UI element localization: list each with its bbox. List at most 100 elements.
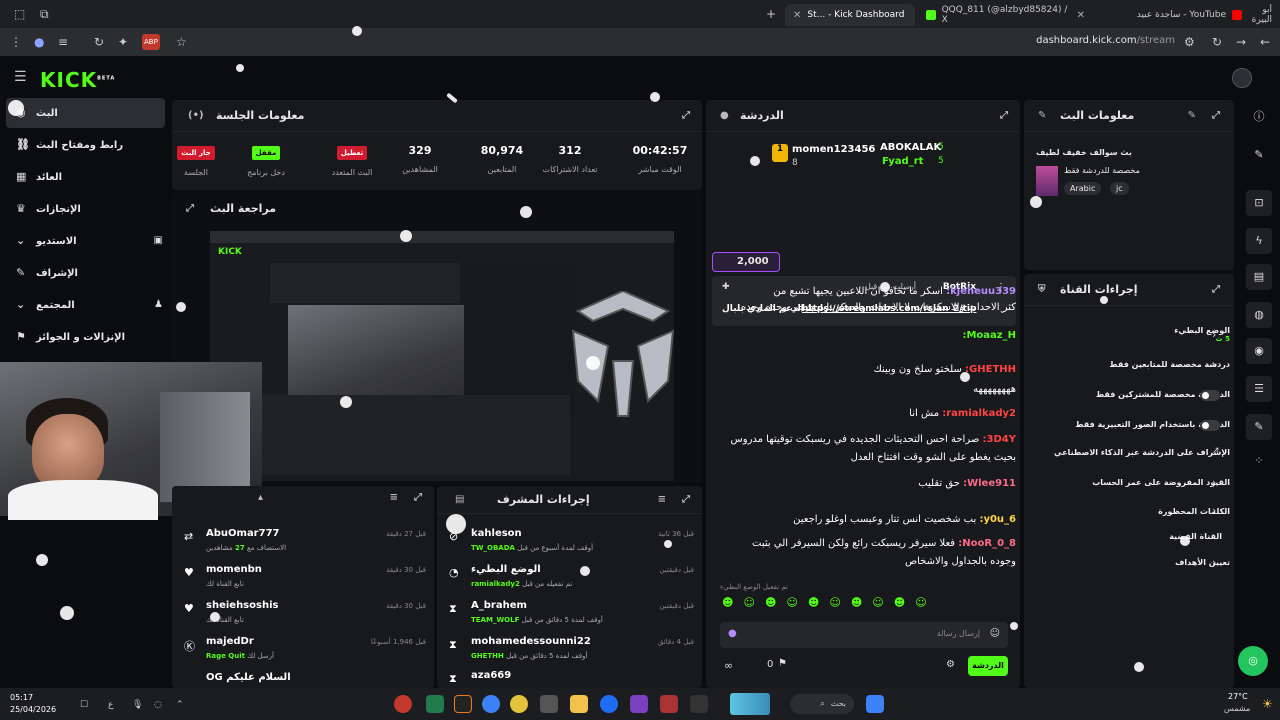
gift-icon[interactable]: ⚑	[778, 658, 787, 669]
clipboard-icon[interactable]: ▤	[1246, 264, 1272, 290]
list-item[interactable]: ♥ momenbn تابع القناة لك قبل 30 دقيقة	[172, 558, 434, 594]
list-item[interactable]: ⧗ aza669	[437, 666, 702, 688]
app-taskbar-icon[interactable]	[660, 695, 678, 713]
sidebar-item-drops[interactable]: ⚑ الإنزالات و الجوائز	[6, 322, 165, 352]
sidebar-item-stream[interactable]: ◉البث	[6, 98, 165, 128]
chevron-right-icon[interactable]: ›	[1212, 476, 1222, 489]
list-item[interactable]: ⇄ AbuOmar777 الاستضاف مع 27 مشاهدين قبل 27 …	[172, 522, 434, 558]
chevron-right-icon[interactable]: ›	[1212, 328, 1222, 341]
setting-account-age[interactable]: القيود المفروضة على عمر الحساب	[1040, 478, 1230, 487]
search-box[interactable]: بحث⌕	[790, 694, 854, 714]
address-bar[interactable]: dashboard.kick.com/stream	[920, 35, 1175, 46]
emote-icon[interactable]: ☺	[915, 596, 926, 612]
chevron-up-icon[interactable]: ⌃	[176, 698, 184, 712]
popout-icon[interactable]: ⤢	[1212, 284, 1220, 295]
emote-icon[interactable]: ☻	[765, 596, 776, 612]
clock-time[interactable]: 05:17	[10, 693, 33, 702]
list-icon[interactable]: ≡	[58, 35, 68, 49]
kick-logo[interactable]: KICKBETA	[40, 68, 115, 92]
list-item[interactable]: ⧗ mohamedessounni22 أوقف لمدة 5 دقائق من ق…	[437, 630, 702, 666]
wrench-icon[interactable]: ✎	[1246, 414, 1272, 440]
tab-x[interactable]: QQQ_811 (@alzbyd85824) / X ✕	[918, 4, 1093, 26]
app-taskbar-icon[interactable]	[394, 695, 412, 713]
emote-icon[interactable]: ☻	[722, 596, 733, 612]
sidebar-item-community[interactable]: ⌄ المجتمع ♟	[6, 290, 165, 320]
app-taskbar-icon[interactable]	[454, 695, 472, 713]
menu-dots-icon[interactable]: ⋮	[10, 35, 22, 49]
abp-icon[interactable]: ABP	[142, 34, 160, 50]
emote-icon[interactable]: ☻	[851, 596, 862, 612]
pinned-message[interactable]: أرسلت من قبل BotRix ✚ ⋮ رابط الدعم الماد…	[712, 276, 1016, 326]
reload-icon[interactable]: ↻	[1212, 35, 1222, 49]
gear-icon[interactable]: ⚙	[946, 659, 955, 670]
weather-desc[interactable]: مشمس	[1224, 704, 1250, 713]
extension-icon[interactable]: ●	[34, 35, 44, 49]
star-icon[interactable]: ☆	[176, 35, 187, 49]
setting-slow-mode[interactable]: الوضع البطيء 5 ث	[1040, 326, 1230, 343]
info-icon[interactable]: ⓘ	[1246, 104, 1272, 130]
apps-icon[interactable]: ⁘	[1246, 448, 1272, 474]
expand-icon[interactable]: ▴	[258, 492, 263, 503]
popout-icon[interactable]: ⤢	[682, 110, 690, 121]
tab-other[interactable]: أبو البيرة	[1232, 4, 1280, 26]
weather-temp[interactable]: 27°C	[1228, 692, 1248, 701]
popout-icon[interactable]: ⤢	[186, 203, 194, 214]
list-item[interactable]: OG السلام عليكم	[172, 666, 434, 688]
popout-icon[interactable]: ⤢	[1000, 110, 1008, 121]
list-item[interactable]: ⓀmajedDr أرسل لك Rage Quit قبل 1,946 أسبوع…	[172, 630, 434, 666]
emote-bar[interactable]: ☻ ☺ ☻ ☺ ☻ ☺ ☻ ☺ ☻ ☺	[722, 596, 1012, 612]
sidebar-item-revenue[interactable]: ▦ العائد	[6, 162, 165, 192]
setting-followers-only[interactable]: دردشة مخصصة للمتابعين فقط	[1040, 360, 1230, 369]
sync-icon[interactable]: (•)	[188, 110, 204, 121]
link-icon[interactable]: ∞	[724, 659, 733, 672]
camera-focus-icon[interactable]: ⊡	[1246, 190, 1272, 216]
setting-goals[interactable]: تعيين الأهداف	[1040, 558, 1230, 567]
network-icon[interactable]: ◌	[154, 698, 162, 712]
edge-icon[interactable]	[600, 695, 618, 713]
category-name[interactable]: مخصصة للدردشة فقط	[1064, 166, 1140, 175]
status-badge[interactable]: مقفل	[251, 146, 281, 160]
chevron-right-icon[interactable]: ›	[1212, 504, 1222, 517]
list-item[interactable]: ⊘ kahleson أوقف لمدة أسبوع من قبل TW_OBADA…	[437, 522, 702, 558]
list-item[interactable]: ◔ الوضع البطيء تم تفعيله من قبل ramialkady…	[437, 558, 702, 594]
hamburger-icon[interactable]: ☰	[14, 70, 27, 84]
reload-extension-icon[interactable]: ↻	[94, 35, 104, 49]
stream-preview-video[interactable]: KICK	[210, 231, 675, 481]
broadcast-icon[interactable]: ◉	[1246, 338, 1272, 364]
emoji-icon[interactable]: ☺	[990, 628, 1000, 639]
chat-input[interactable]: إرسال رسالة ☺ ●	[720, 622, 1008, 648]
setting-ai-moderation[interactable]: الإشراف على الدردشة عبر الذكاء الاصطناعي	[1040, 448, 1230, 457]
chevron-right-icon[interactable]: ›	[1212, 556, 1222, 569]
new-tab-icon[interactable]: +	[766, 7, 776, 21]
tab-kick-dashboard[interactable]: ✕ St... - Kick Dashboard	[785, 4, 915, 26]
app-taskbar-icon[interactable]	[690, 695, 708, 713]
emote-icon[interactable]: ☺	[829, 596, 840, 612]
popout-icon[interactable]: ⤢	[1212, 110, 1220, 121]
status-badge[interactable]: جار البث	[177, 146, 215, 160]
folder-icon[interactable]	[570, 695, 588, 713]
sidebar-item-achievements[interactable]: ♛ الإنجازات	[6, 194, 165, 224]
emote-icon[interactable]: ☺	[743, 596, 754, 612]
notification-icon[interactable]: ☐	[80, 698, 88, 712]
language-indicator[interactable]: ع	[108, 698, 113, 712]
emote-icon[interactable]: ☺	[786, 596, 797, 612]
sidebar-item-moderation[interactable]: ✎ الإشراف	[6, 258, 165, 288]
clock-date[interactable]: 25/04/2026	[10, 705, 56, 714]
pencil-icon[interactable]: ✎	[1246, 142, 1272, 168]
duplicate-icon[interactable]: ⧉	[40, 7, 49, 21]
support-chat-icon[interactable]: ◎	[1238, 646, 1268, 676]
send-chat-button[interactable]: الدردشة	[968, 656, 1008, 676]
tab-youtube[interactable]: YouTube - ساجدة عبيد	[1100, 4, 1250, 26]
kicks-leader[interactable]: 2,000	[712, 252, 780, 272]
category-thumbnail[interactable]	[1036, 166, 1058, 196]
users-list-icon[interactable]: ☰	[1246, 376, 1272, 402]
emote-icon[interactable]: ☻	[808, 596, 819, 612]
emote-only-toggle[interactable]	[1200, 420, 1220, 431]
avatar[interactable]	[1232, 68, 1252, 88]
edit-icon[interactable]: ✎	[1188, 110, 1196, 121]
app-menu-icon[interactable]: ⬚	[14, 7, 25, 21]
start-icon[interactable]	[866, 695, 884, 713]
emote-icon[interactable]: ☻	[894, 596, 905, 612]
subscribers-only-toggle[interactable]	[1200, 390, 1220, 401]
filter-icon[interactable]: ≡	[390, 492, 398, 503]
